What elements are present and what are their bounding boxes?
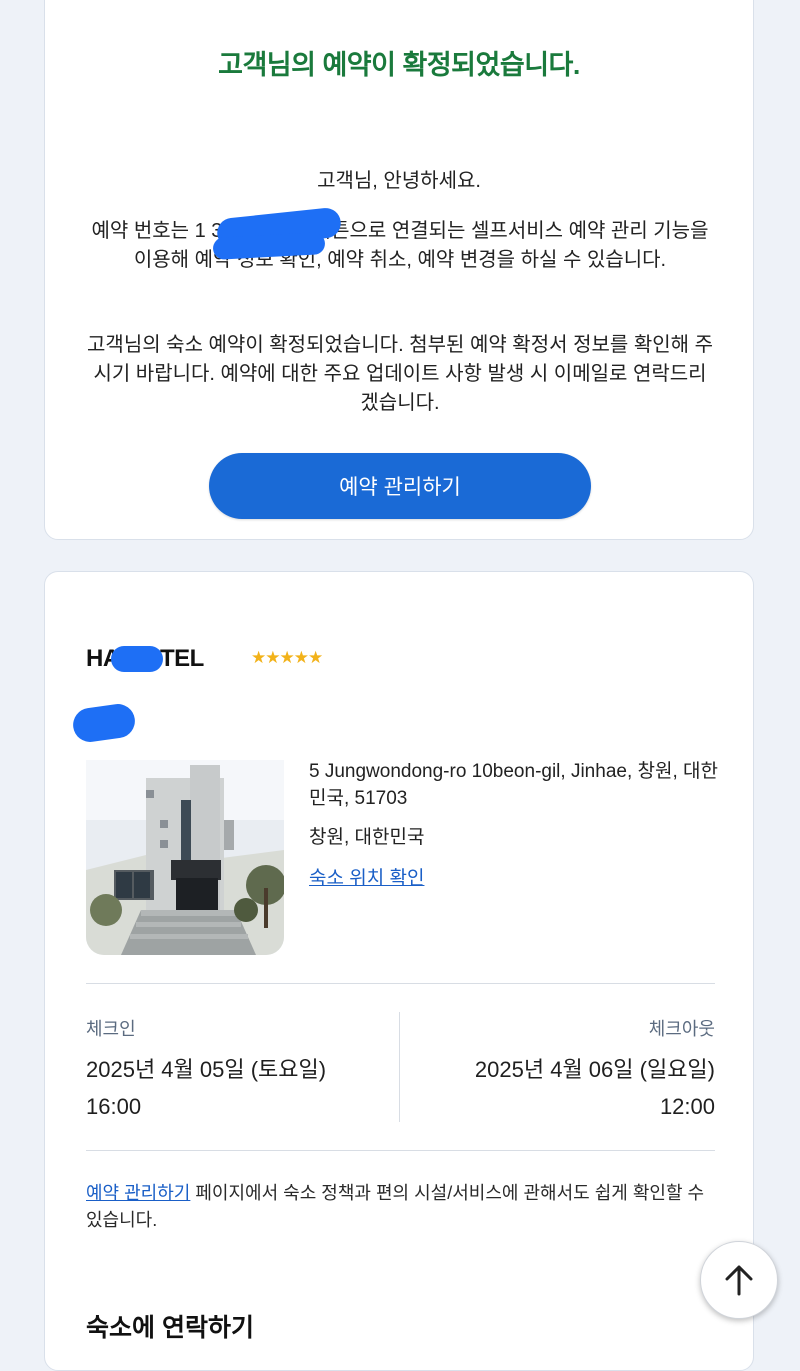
hotel-building-image (86, 760, 284, 955)
star-rating: ★★★★★ (251, 648, 323, 667)
confirmation-paragraph: 고객님의 숙소 예약이 확정되었습니다. 첨부된 예약 확정서 정보를 확인해 … (87, 334, 713, 414)
confirmation-title: 고객님의 예약이 확정되었습니다. (218, 50, 580, 80)
confirmation-card: 고객님의 예약이 확정되었습니다. 고객님, 안녕하세요. 예약 번호는 1 3… (44, 0, 754, 540)
manage-note: 예약 관리하기 페이지에서 숙소 정책과 편의 시설/서비스에 관해서도 쉽게 … (86, 1180, 716, 1234)
checkout-time: 12:00 (659, 1094, 715, 1119)
checkout-label: 체크아웃 (648, 1019, 715, 1039)
divider (86, 1150, 715, 1151)
checkout-date: 2025년 4월 06일 (일요일) (474, 1057, 715, 1082)
hotel-address: 5 Jungwondong-ro 10beon-gil, Jinhae, 창원,… (309, 761, 718, 809)
checkin-date: 2025년 4월 05일 (토요일) (86, 1057, 327, 1082)
manage-reservation-button[interactable]: 예약 관리하기 (209, 453, 591, 519)
hotel-city: 창원, 대한민국 (309, 827, 425, 848)
view-location-link[interactable]: 숙소 위치 확인 (309, 863, 424, 890)
redaction-mark (70, 701, 138, 745)
scroll-to-top-button[interactable] (700, 1241, 778, 1319)
manage-reservation-link[interactable]: 예약 관리하기 (86, 1183, 190, 1203)
redaction-mark (111, 646, 163, 672)
hotel-photo (86, 760, 284, 955)
arrow-up-icon (725, 1265, 753, 1296)
checkin-time: 16:00 (86, 1094, 142, 1119)
greeting-text: 고객님, 안녕하세요. (317, 170, 481, 192)
contact-hotel-heading: 숙소에 연락하기 (86, 1314, 254, 1342)
vertical-divider (399, 1012, 400, 1122)
reservation-number-paragraph: 예약 번호는 1 3이며, 아래 버튼으로 연결되는 셀프서비스 예약 관리 기… (91, 220, 709, 271)
divider (86, 983, 715, 984)
checkin-label: 체크인 (86, 1019, 136, 1039)
hotel-card: HA HOTEL ★★★★★ 호텔 (44, 571, 754, 1371)
